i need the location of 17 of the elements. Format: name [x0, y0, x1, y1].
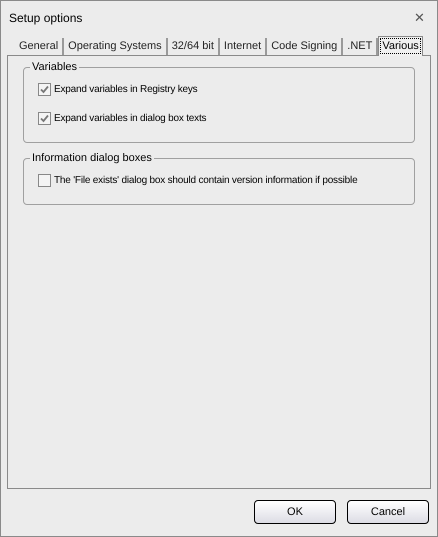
dialog-button[interactable]: Cancel: [347, 500, 429, 524]
checkbox[interactable]: [38, 174, 51, 187]
checkmark-icon: [40, 85, 49, 94]
option-label: The 'File exists' dialog box should contain version information if possible: [54, 174, 358, 188]
tab[interactable]: Various: [378, 36, 423, 56]
group-title: Information dialog boxes: [30, 151, 154, 165]
window-title: Setup options: [9, 10, 82, 27]
close-button[interactable]: ✕: [410, 8, 429, 28]
checkbox[interactable]: [38, 83, 51, 96]
checkmark-icon: [40, 114, 49, 123]
checkbox-option[interactable]: Expand variables in dialog box texts: [38, 111, 410, 126]
option-label: Expand variables in Registry keys: [54, 83, 198, 97]
dialog-button[interactable]: OK: [254, 500, 336, 524]
checkbox[interactable]: [38, 112, 51, 125]
checkbox-option[interactable]: Expand variables in Registry keys: [38, 82, 410, 97]
option-label: Expand variables in dialog box texts: [54, 112, 206, 126]
checkbox-option[interactable]: The 'File exists' dialog box should contain version information if possible: [38, 173, 410, 188]
